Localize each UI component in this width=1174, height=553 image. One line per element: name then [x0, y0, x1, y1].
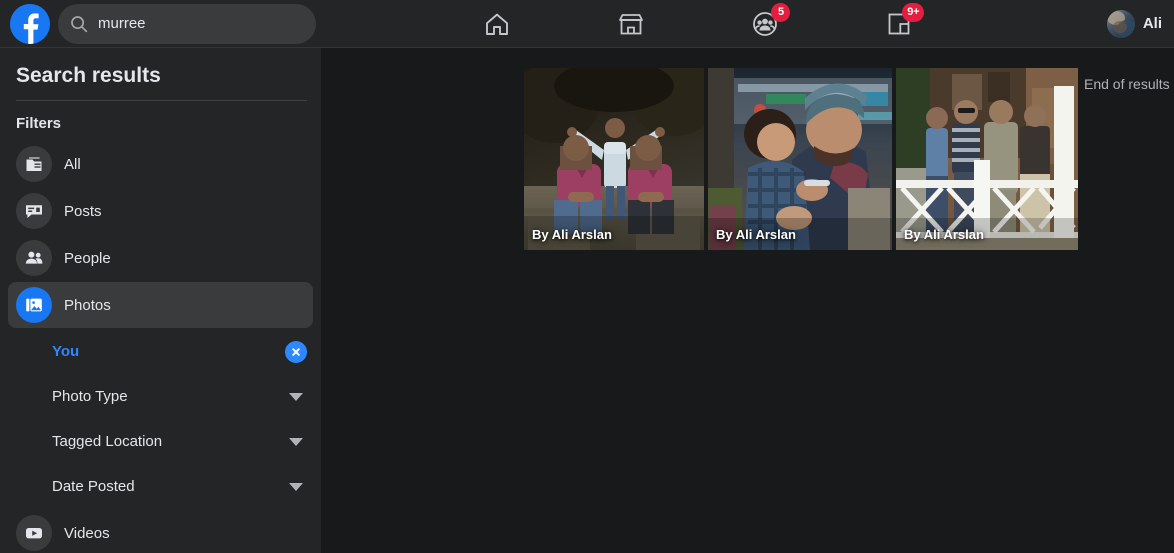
subfilter-label: Photo Type: [52, 388, 128, 405]
subfilter-label: Date Posted: [52, 478, 135, 495]
nav-home-button[interactable]: [469, 2, 525, 46]
photo-result-card[interactable]: By Ali Arslan: [896, 68, 1078, 250]
sidebar-item-label: Posts: [64, 202, 102, 220]
search-input[interactable]: [98, 15, 304, 32]
all-results-icon: [16, 146, 52, 182]
photo-result-card[interactable]: By Ali Arslan: [708, 68, 892, 250]
subfilter-label: You: [52, 343, 80, 360]
topbar-left-section: [0, 3, 330, 44]
sidebar-item-all[interactable]: All: [8, 141, 313, 187]
search-box[interactable]: [58, 3, 316, 44]
chevron-down-icon[interactable]: [289, 392, 303, 401]
subfilter-you[interactable]: You: [52, 329, 307, 374]
avatar: [1106, 9, 1135, 38]
sidebar-item-label: People: [64, 249, 111, 267]
sidebar-item-photos[interactable]: Photos: [8, 282, 313, 328]
people-icon: [16, 240, 52, 276]
search-filters-sidebar: Search results Filters All Posts People …: [0, 48, 322, 553]
profile-button[interactable]: Ali: [1106, 9, 1174, 38]
photos-icon: [16, 287, 52, 323]
nav-marketplace-button[interactable]: [603, 2, 659, 46]
page-title: Search results: [16, 64, 161, 87]
search-icon: [70, 15, 88, 33]
topbar-nav-section: 5 9+: [290, 0, 1107, 48]
profile-name: Ali: [1142, 15, 1162, 32]
search-results-main: By Ali Arslan By Ali Arslan By Ali Arsla…: [322, 48, 1174, 553]
sidebar-item-posts[interactable]: Posts: [8, 188, 313, 234]
filters-heading: Filters: [16, 115, 62, 132]
videos-icon: [16, 515, 52, 551]
chevron-down-icon[interactable]: [289, 482, 303, 491]
photo-results-grid: By Ali Arslan By Ali Arslan By Ali Arsla…: [524, 68, 1170, 250]
gaming-badge: 9+: [902, 2, 925, 22]
close-icon[interactable]: [285, 340, 307, 363]
sidebar-item-label: Photos: [64, 296, 111, 314]
sidebar-item-people[interactable]: People: [8, 235, 313, 281]
sidebar-item-label: Videos: [64, 524, 110, 542]
sidebar-item-videos[interactable]: Videos: [8, 510, 313, 553]
sidebar-item-label: All: [64, 155, 81, 173]
nav-gaming-button[interactable]: 9+: [871, 2, 927, 46]
subfilter-label: Tagged Location: [52, 433, 163, 450]
photo-result-card[interactable]: By Ali Arslan: [524, 68, 704, 250]
facebook-logo-icon[interactable]: [10, 3, 50, 44]
subfilter-photo-type[interactable]: Photo Type: [52, 374, 307, 419]
home-icon: [483, 10, 511, 38]
chevron-down-icon[interactable]: [289, 437, 303, 446]
posts-icon: [16, 193, 52, 229]
nav-groups-button[interactable]: 5: [737, 2, 793, 46]
subfilter-date-posted[interactable]: Date Posted: [52, 464, 307, 509]
groups-badge: 5: [771, 2, 791, 22]
subfilter-tagged-location[interactable]: Tagged Location: [52, 419, 307, 464]
end-of-results-label: End of results: [1084, 76, 1170, 92]
marketplace-icon: [617, 10, 645, 38]
top-navigation-bar: 5 9+: [0, 0, 1174, 48]
